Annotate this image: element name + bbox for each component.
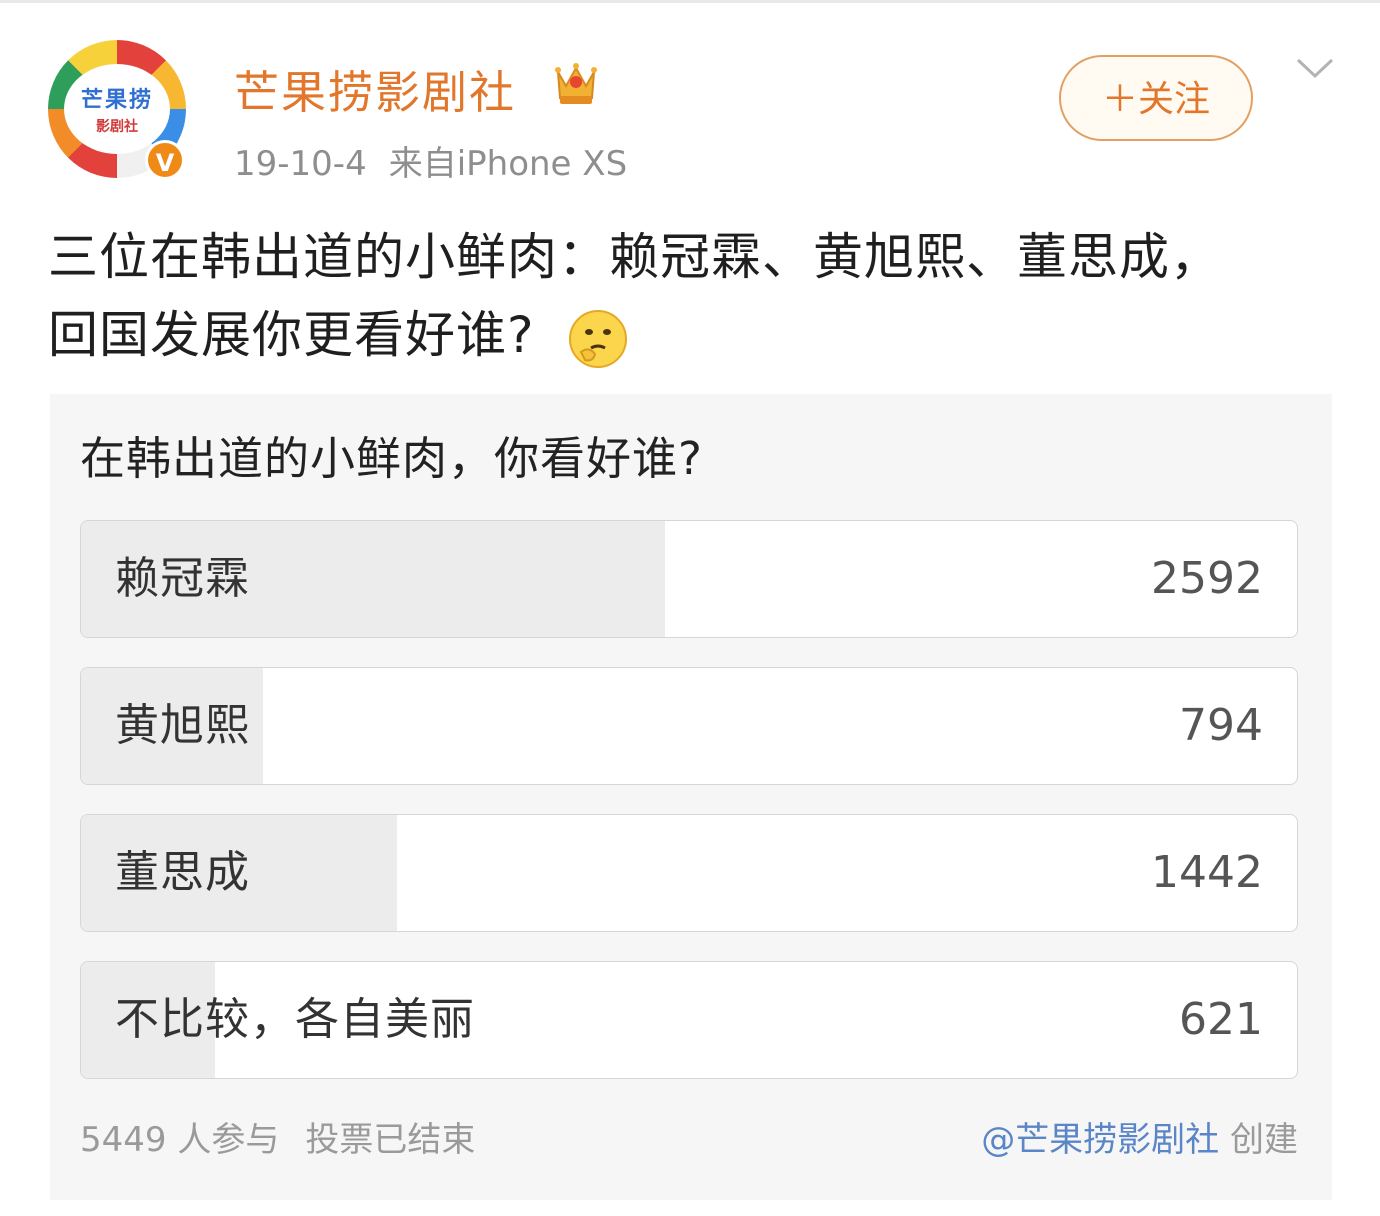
poll-status: 投票已结束: [305, 1120, 476, 1160]
post-source: 来自iPhone XS: [388, 144, 628, 184]
poll-creator-info: @芒果捞影剧社 创建: [981, 1112, 1298, 1161]
poll-option[interactable]: 赖冠霖 2592: [80, 520, 1298, 638]
poll-option-label: 黄旭熙: [115, 700, 250, 751]
poll-option-count: 2592: [1151, 553, 1263, 604]
poll-option-label: 董思成: [115, 847, 250, 898]
post-date: 19-10-4: [234, 144, 367, 184]
username[interactable]: 芒果捞影剧社: [234, 56, 516, 121]
post-text-line2-wrap: 回国发展你更看好谁?: [48, 296, 1348, 374]
chevron-down-icon[interactable]: [1296, 56, 1334, 80]
poll-participants: 5449 人参与: [80, 1120, 280, 1160]
poll-title: 在韩出道的小鲜肉，你看好谁?: [80, 432, 703, 485]
avatar-logo-line1: 芒果捞: [80, 88, 153, 113]
post-text: 三位在韩出道的小鲜肉：赖冠霖、黄旭熙、董思成， 回国发展你更看好谁?: [48, 218, 1348, 374]
poll-option[interactable]: 黄旭熙 794: [80, 667, 1298, 785]
follow-button[interactable]: ＋关注: [1059, 55, 1253, 141]
poll-created-label: 创建: [1230, 1120, 1298, 1160]
poll-option-count: 794: [1179, 700, 1263, 751]
post-meta: 19-10-4 来自iPhone XS: [234, 136, 627, 185]
poll-option-label: 赖冠霖: [115, 553, 250, 604]
top-divider: [0, 0, 1380, 3]
post-text-line2: 回国发展你更看好谁?: [48, 306, 535, 364]
poll-summary: 5449 人参与 投票已结束: [80, 1112, 475, 1161]
poll-creator-link[interactable]: @芒果捞影剧社: [981, 1120, 1219, 1160]
post-text-line1: 三位在韩出道的小鲜肉：赖冠霖、黄旭熙、董思成，: [48, 228, 1221, 286]
poll-option[interactable]: 董思成 1442: [80, 814, 1298, 932]
avatar-logo-line2: 影剧社: [96, 119, 138, 135]
poll-option-label: 不比较，各自美丽: [115, 994, 475, 1045]
poll-option-count: 621: [1179, 994, 1263, 1045]
thinking-emoji-icon: [569, 309, 628, 368]
verified-v-icon: V: [145, 140, 185, 180]
poll-card: 在韩出道的小鲜肉，你看好谁? 赖冠霖 2592 黄旭熙 794 董思成 1442…: [50, 394, 1332, 1200]
poll-option-count: 1442: [1151, 847, 1263, 898]
crown-icon: [555, 63, 597, 104]
avatar-logo: 芒果捞 影剧社: [64, 64, 170, 154]
poll-option[interactable]: 不比较，各自美丽 621: [80, 961, 1298, 1079]
